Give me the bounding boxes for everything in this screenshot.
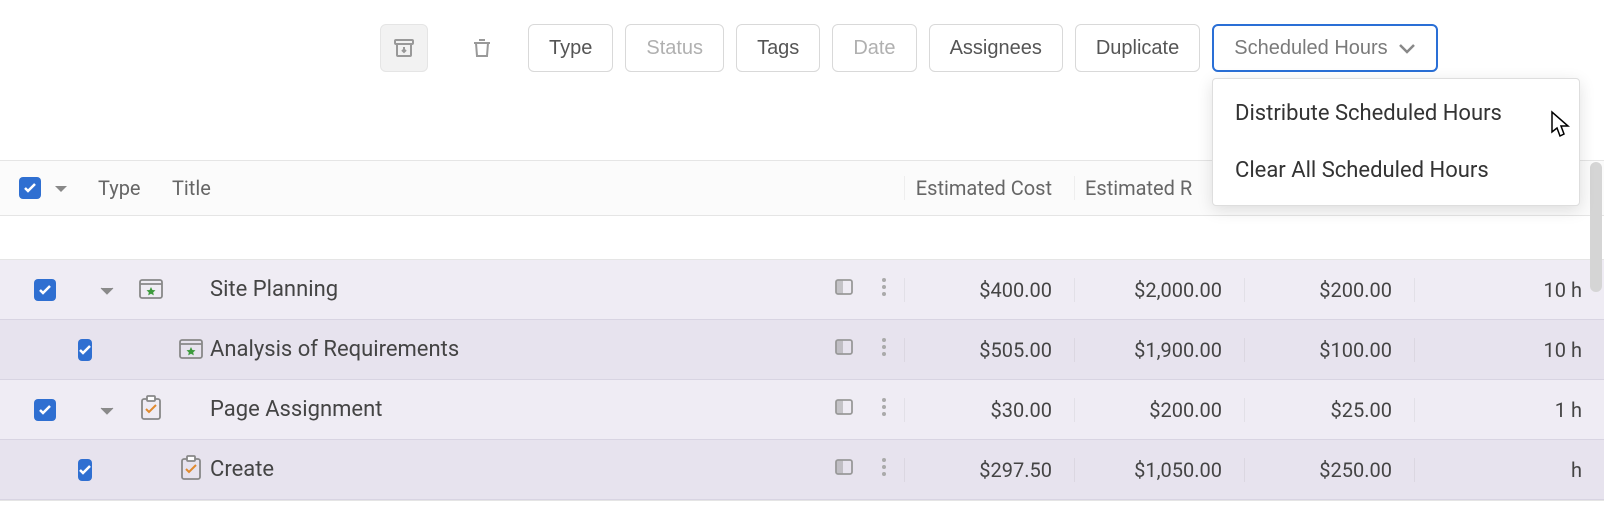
button-label: Date: [853, 37, 895, 60]
cell-col3: $25.00: [1244, 398, 1414, 422]
assignees-filter-button[interactable]: Assignees: [929, 24, 1063, 72]
duplicate-button[interactable]: Duplicate: [1075, 24, 1200, 72]
panel-icon[interactable]: [834, 397, 854, 422]
row-checkbox[interactable]: [34, 399, 56, 421]
dropdown-item-distribute[interactable]: Distribute Scheduled Hours: [1213, 85, 1579, 142]
panel-icon[interactable]: [834, 457, 854, 482]
more-icon[interactable]: [881, 337, 887, 362]
task-title[interactable]: Analysis of Requirements: [210, 337, 824, 362]
scheduled-hours-dropdown-button[interactable]: Scheduled Hours: [1212, 24, 1437, 72]
more-icon[interactable]: [881, 397, 887, 422]
chevron-down-icon: [1398, 37, 1416, 60]
spacer-row: [0, 216, 1604, 260]
scrollbar-thumb[interactable]: [1590, 162, 1602, 292]
table-row[interactable]: Site Planning $400.00$2,000.00$200.0010 h: [0, 260, 1604, 320]
dropdown-item-clear-all[interactable]: Clear All Scheduled Hours: [1213, 142, 1579, 199]
cell-hours[interactable]: 1 h: [1414, 398, 1604, 422]
clipboard-check-icon: [136, 393, 166, 423]
clipboard-check-icon: [176, 453, 206, 483]
cell-col2: $1,050.00: [1074, 458, 1244, 482]
column-header-estimated-cost[interactable]: Estimated Cost: [904, 176, 1074, 200]
task-title[interactable]: Site Planning: [210, 277, 824, 302]
table-row[interactable]: Page Assignment $30.00$200.00$25.001 h: [0, 380, 1604, 440]
row-checkbox[interactable]: [78, 459, 92, 481]
type-filter-button[interactable]: Type: [528, 24, 613, 72]
panel-icon[interactable]: [834, 277, 854, 302]
cell-estimated_cost: $30.00: [904, 398, 1074, 422]
chevron-down-icon[interactable]: [99, 398, 115, 422]
tags-filter-button[interactable]: Tags: [736, 24, 820, 72]
cell-col3: $100.00: [1244, 338, 1414, 362]
more-icon[interactable]: [881, 277, 887, 302]
cell-col3: $250.00: [1244, 458, 1414, 482]
chevron-down-icon[interactable]: [53, 176, 69, 200]
date-filter-button[interactable]: Date: [832, 24, 916, 72]
task-title[interactable]: Create: [210, 457, 824, 482]
column-header-type[interactable]: Type: [88, 176, 172, 200]
archive-button[interactable]: [380, 24, 428, 72]
select-all-checkbox[interactable]: [19, 177, 41, 199]
button-label: Type: [549, 37, 592, 60]
scheduled-hours-dropdown-menu: Distribute Scheduled Hours Clear All Sch…: [1212, 78, 1580, 206]
button-label: Scheduled Hours: [1234, 37, 1387, 60]
task-table: Type Title Estimated Cost Estimated R Si…: [0, 160, 1604, 524]
row-checkbox[interactable]: [78, 339, 92, 361]
vertical-scrollbar[interactable]: [1590, 162, 1602, 502]
cell-hours[interactable]: h: [1414, 458, 1604, 482]
cell-col2: $200.00: [1074, 398, 1244, 422]
cell-hours[interactable]: 10 h: [1414, 338, 1604, 362]
button-label: Duplicate: [1096, 37, 1179, 60]
button-label: Tags: [757, 37, 799, 60]
delete-button[interactable]: [458, 24, 506, 72]
column-header-title[interactable]: Title: [172, 176, 824, 200]
table-row[interactable]: Create $297.50$1,050.00$250.00h: [0, 440, 1604, 500]
cell-estimated_cost: $505.00: [904, 338, 1074, 362]
table-row[interactable]: Analysis of Requirements $505.00$1,900.00…: [0, 320, 1604, 380]
box-star-icon: [176, 333, 206, 363]
cell-col2: $2,000.00: [1074, 278, 1244, 302]
button-label: Assignees: [950, 37, 1042, 60]
cell-hours[interactable]: 10 h: [1414, 278, 1604, 302]
box-star-icon: [136, 273, 166, 303]
status-filter-button[interactable]: Status: [625, 24, 724, 72]
cell-estimated_cost: $400.00: [904, 278, 1074, 302]
cell-col2: $1,900.00: [1074, 338, 1244, 362]
row-checkbox[interactable]: [34, 279, 56, 301]
panel-icon[interactable]: [834, 337, 854, 362]
chevron-down-icon[interactable]: [99, 278, 115, 302]
cell-estimated_cost: $297.50: [904, 458, 1074, 482]
cell-col3: $200.00: [1244, 278, 1414, 302]
more-icon[interactable]: [881, 457, 887, 482]
task-title[interactable]: Page Assignment: [210, 397, 824, 422]
button-label: Status: [646, 37, 703, 60]
table-row: [0, 500, 1604, 524]
